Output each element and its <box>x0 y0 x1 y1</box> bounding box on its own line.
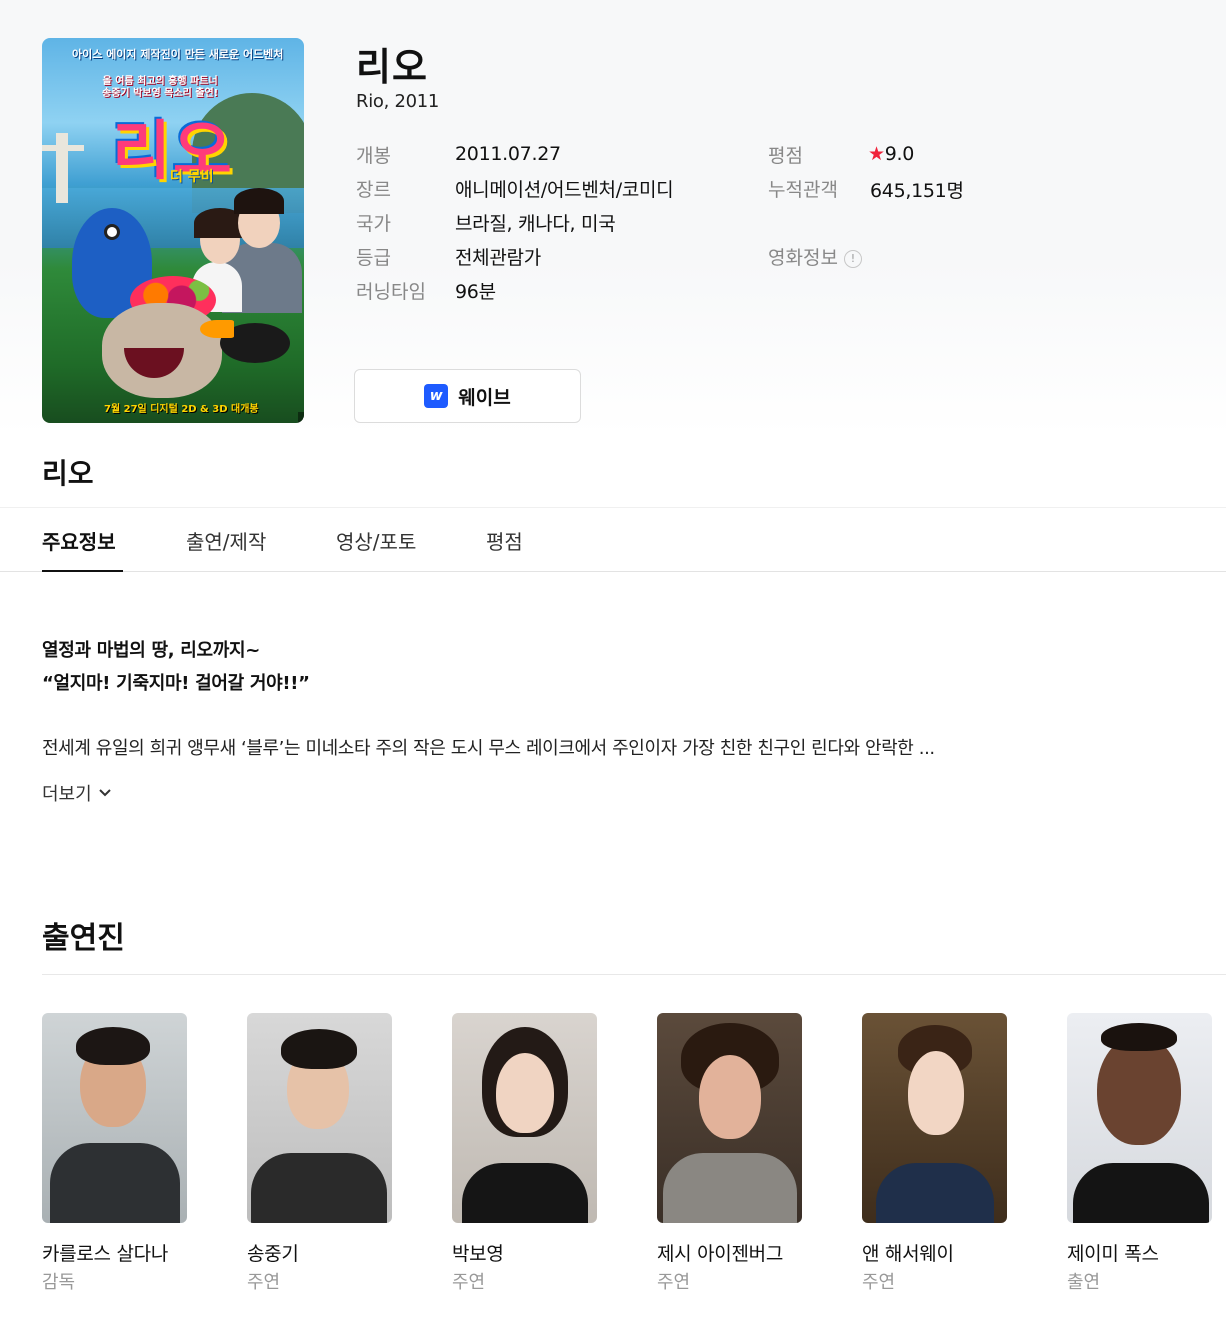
genre-label: 장르 <box>356 179 391 201</box>
movieinfo-label: 영화정보 <box>768 247 838 269</box>
expand-button[interactable] <box>298 412 304 423</box>
info-icon[interactable]: ! <box>843 249 862 268</box>
genre-value: 애니메이션/어드벤처/코미디 <box>455 179 674 201</box>
cast-role: 출연 <box>1067 1272 1101 1293</box>
cast-role: 주연 <box>452 1272 486 1293</box>
cast-photo[interactable] <box>247 1013 392 1223</box>
poster-tag-copy: 올 여름 최고의 흥행 파트너 송중기 박보영 목소리 출연! <box>102 76 218 100</box>
country-label: 국가 <box>356 213 391 235</box>
cast-heading: 출연진 <box>42 921 125 956</box>
poster-toucan-beak <box>200 320 234 338</box>
rating-value-wrap: ★9.0 <box>868 143 914 165</box>
wavve-label: 웨이브 <box>458 386 511 409</box>
synopsis-body: 전세계 유일의 희귀 앵무새 ‘블루’는 미네소타 주의 작은 도시 무스 레이… <box>42 738 935 759</box>
active-tab-indicator <box>42 570 123 572</box>
movie-subtitle: Rio, 2011 <box>356 91 440 112</box>
tab-bar: 주요정보 출연/제작 영상/포토 평점 <box>0 508 1226 572</box>
tab-rating[interactable]: 평점 <box>486 526 523 555</box>
runtime-label: 러닝타임 <box>356 281 426 303</box>
cast-name[interactable]: 제이미 폭스 <box>1067 1239 1159 1266</box>
cast-card[interactable]: 제시 아이젠버그 주연 <box>657 1013 802 1293</box>
movie-section-title: 리오 <box>42 457 94 490</box>
cast-photo[interactable] <box>862 1013 1007 1223</box>
more-button[interactable]: 더보기 <box>42 780 112 806</box>
expand-icon <box>303 417 304 423</box>
tab-video-photo[interactable]: 영상/포토 <box>336 526 416 555</box>
release-value: 2011.07.27 <box>455 143 561 165</box>
release-label: 개봉 <box>356 145 391 167</box>
movieinfo-label-wrap[interactable]: 영화정보! <box>768 243 862 270</box>
poster-face-woman <box>194 208 246 264</box>
cast-card[interactable]: 박보영 주연 <box>452 1013 597 1293</box>
cast-role: 주연 <box>657 1272 691 1293</box>
poster-logo-sub: 더 무비 <box>170 169 214 185</box>
cast-card[interactable]: 카를로스 살다나 감독 <box>42 1013 187 1293</box>
cast-photo[interactable] <box>452 1013 597 1223</box>
cast-photo[interactable] <box>657 1013 802 1223</box>
cast-photo[interactable] <box>1067 1013 1212 1223</box>
cast-role: 주연 <box>247 1272 281 1293</box>
wavve-watch-button[interactable]: w 웨이브 <box>354 369 581 423</box>
rating-value: 9.0 <box>884 143 915 165</box>
runtime-value: 96분 <box>455 281 496 303</box>
cast-divider <box>42 974 1226 975</box>
cast-card[interactable]: 앤 해서웨이 주연 <box>862 1013 1007 1293</box>
poster-date-copy: 7월 27일 디지털 2D & 3D 대개봉 <box>104 404 259 415</box>
movie-title: 리오 <box>356 45 428 89</box>
poster-face-man <box>234 188 284 248</box>
movie-poster[interactable]: 아이스 에이지 제작진이 만든 새로운 어드벤처 올 여름 최고의 흥행 파트너… <box>42 38 304 423</box>
cast-name[interactable]: 앤 해서웨이 <box>862 1239 954 1266</box>
cast-role: 주연 <box>862 1272 896 1293</box>
synopsis-tagline-2: “얼지마! 기죽지마! 걸어갈 거야!!” <box>42 673 310 694</box>
audience-value: 645,151명 <box>870 180 964 202</box>
tab-cast-crew[interactable]: 출연/제작 <box>186 526 266 555</box>
wavve-logo-icon: w <box>424 384 449 408</box>
synopsis-tagline-1: 열정과 마법의 땅, 리오까지~ <box>42 640 261 661</box>
grade-label: 등급 <box>356 247 391 269</box>
rating-label: 평점 <box>768 145 803 167</box>
cast-name[interactable]: 송중기 <box>247 1239 299 1266</box>
tab-main-info[interactable]: 주요정보 <box>42 526 116 555</box>
star-icon: ★ <box>868 143 885 165</box>
cast-card[interactable]: 송중기 주연 <box>247 1013 392 1293</box>
cast-card[interactable]: 제이미 폭스 출연 <box>1067 1013 1212 1293</box>
cast-role: 감독 <box>42 1272 76 1293</box>
poster-statue <box>42 133 84 203</box>
cast-name[interactable]: 카를로스 살다나 <box>42 1239 168 1266</box>
more-label: 더보기 <box>42 784 92 805</box>
grade-value: 전체관람가 <box>455 247 541 269</box>
chevron-down-icon <box>98 789 111 797</box>
audience-label: 누적관객 <box>768 179 838 201</box>
cast-photo[interactable] <box>42 1013 187 1223</box>
cast-name[interactable]: 제시 아이젠버그 <box>657 1239 783 1266</box>
cast-name[interactable]: 박보영 <box>452 1239 504 1266</box>
country-value: 브라질, 캐나다, 미국 <box>455 213 616 235</box>
poster-tag-line-1: 올 여름 최고의 흥행 파트너 <box>102 76 218 87</box>
poster-bird-eye <box>104 224 120 240</box>
poster-head-copy: 아이스 에이지 제작진이 만든 새로운 어드벤처 <box>72 48 284 61</box>
poster-tag-line-2: 송중기 박보영 목소리 출연! <box>102 88 219 99</box>
